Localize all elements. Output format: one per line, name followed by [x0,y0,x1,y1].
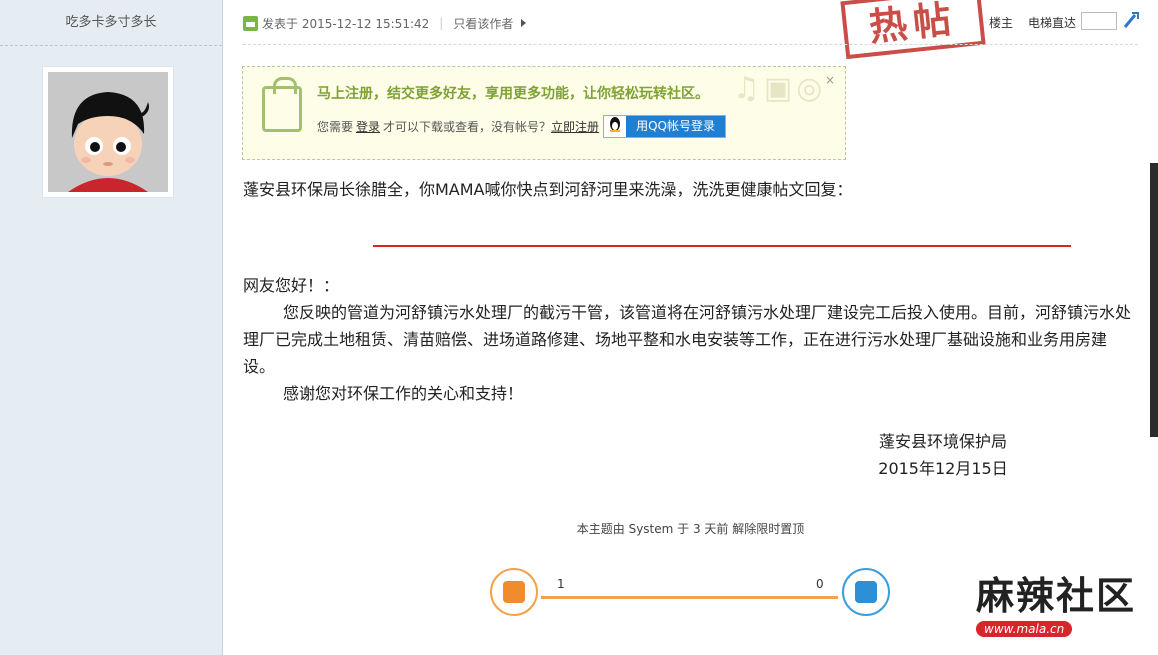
notice-middle: 才可以下载或查看，没有帐号？ [383,120,552,134]
support-button[interactable] [490,568,538,616]
vote-ratio-bar [541,596,838,599]
login-link[interactable]: 登录 [356,118,380,135]
signature-org: 蓬安县环境保护局 [878,432,1007,451]
header-divider [243,44,1138,45]
author-name[interactable]: 吃多卡多寸多长 [0,0,222,46]
reply-body: 网友您好！： 您反映的管道为河舒镇污水处理厂的截污干管，该管道将在河舒镇污水处理… [243,272,1133,407]
elevator-input[interactable] [1081,12,1117,30]
system-note: 本主题由 System 于 3 天前 解除限时置顶 [576,522,805,536]
support-count: 1 [557,577,565,591]
red-divider [373,245,1071,247]
qq-login-button[interactable]: 用QQ帐号登录 [603,115,726,138]
elevator-label: 电梯直达 [1028,16,1077,30]
notice-text: 您需要 登录 才可以下载或查看，没有帐号？ 立即注册 用QQ帐号登录 [317,115,726,138]
only-author-link[interactable]: 只看该作者 [453,15,513,32]
qq-penguin-icon [604,116,626,137]
scrollbar[interactable] [1150,163,1158,437]
thumbs-down-icon [855,581,877,603]
post-time: 发表于 2015-12-12 15:51:42 [262,16,430,31]
login-notice: 马上注册，结交更多好友，享用更多功能，让你轻松玩转社区。 您需要 登录 才可以下… [242,66,846,160]
oppose-button[interactable] [842,568,890,616]
author-sidebar: 吃多卡多寸多长 [0,0,223,655]
post-online-icon [243,15,258,31]
notice-prefix: 您需要 [317,120,354,134]
elevator-go-icon[interactable] [1123,11,1139,31]
thumbs-up-icon [503,581,525,603]
close-icon[interactable]: × [825,73,835,87]
signature-date: 2015年12月15日 [878,459,1008,478]
paragraph-2: 感谢您对环保工作的关心和支持！ [283,384,524,403]
reply-title: 蓬安县环保局长徐腊全，你MAMA喊你快点到河舒河里来洗澡，洗洗更健康帖文回复： [243,180,853,199]
oppose-count: 0 [816,577,824,591]
post-main: 发表于 2015-12-12 15:51:42 | 只看该作者 热帖 楼主 电梯… [223,0,1158,655]
logo-text: 麻辣社区 [976,573,1137,618]
logo-url: www.mala.cn [976,621,1073,637]
post-content: 蓬安县环保局长徐腊全，你MAMA喊你快点到河舒河里来洗澡，洗洗更健康帖文回复： [243,176,1133,203]
lock-icon [262,77,302,132]
signature: 蓬安县环境保护局 2015年12月15日 [823,428,1063,482]
site-logo: 麻辣社区 www.mala.cn [976,574,1152,646]
qq-login-label: 用QQ帐号登录 [626,116,725,137]
meta-separator: | [439,16,444,30]
arrow-right-icon[interactable] [521,19,527,27]
media-decoration-icon: ♫▣◎ [733,71,827,106]
floor-label: 楼主 [989,16,1014,30]
avatar-image [48,72,168,192]
paragraph-1: 您反映的管道为河舒镇污水处理厂的截污干管，该管道将在河舒镇污水处理厂建设完工后投… [243,303,1132,376]
greeting: 网友您好！： [243,276,340,295]
hot-post-stamp: 热帖 [840,0,986,60]
register-link[interactable]: 立即注册 [551,118,599,135]
avatar[interactable] [42,66,174,198]
notice-title: 马上注册，结交更多好友，享用更多功能，让你轻松玩转社区。 [317,86,709,102]
post-meta: 发表于 2015-12-12 15:51:42 | 只看该作者 [243,12,527,34]
